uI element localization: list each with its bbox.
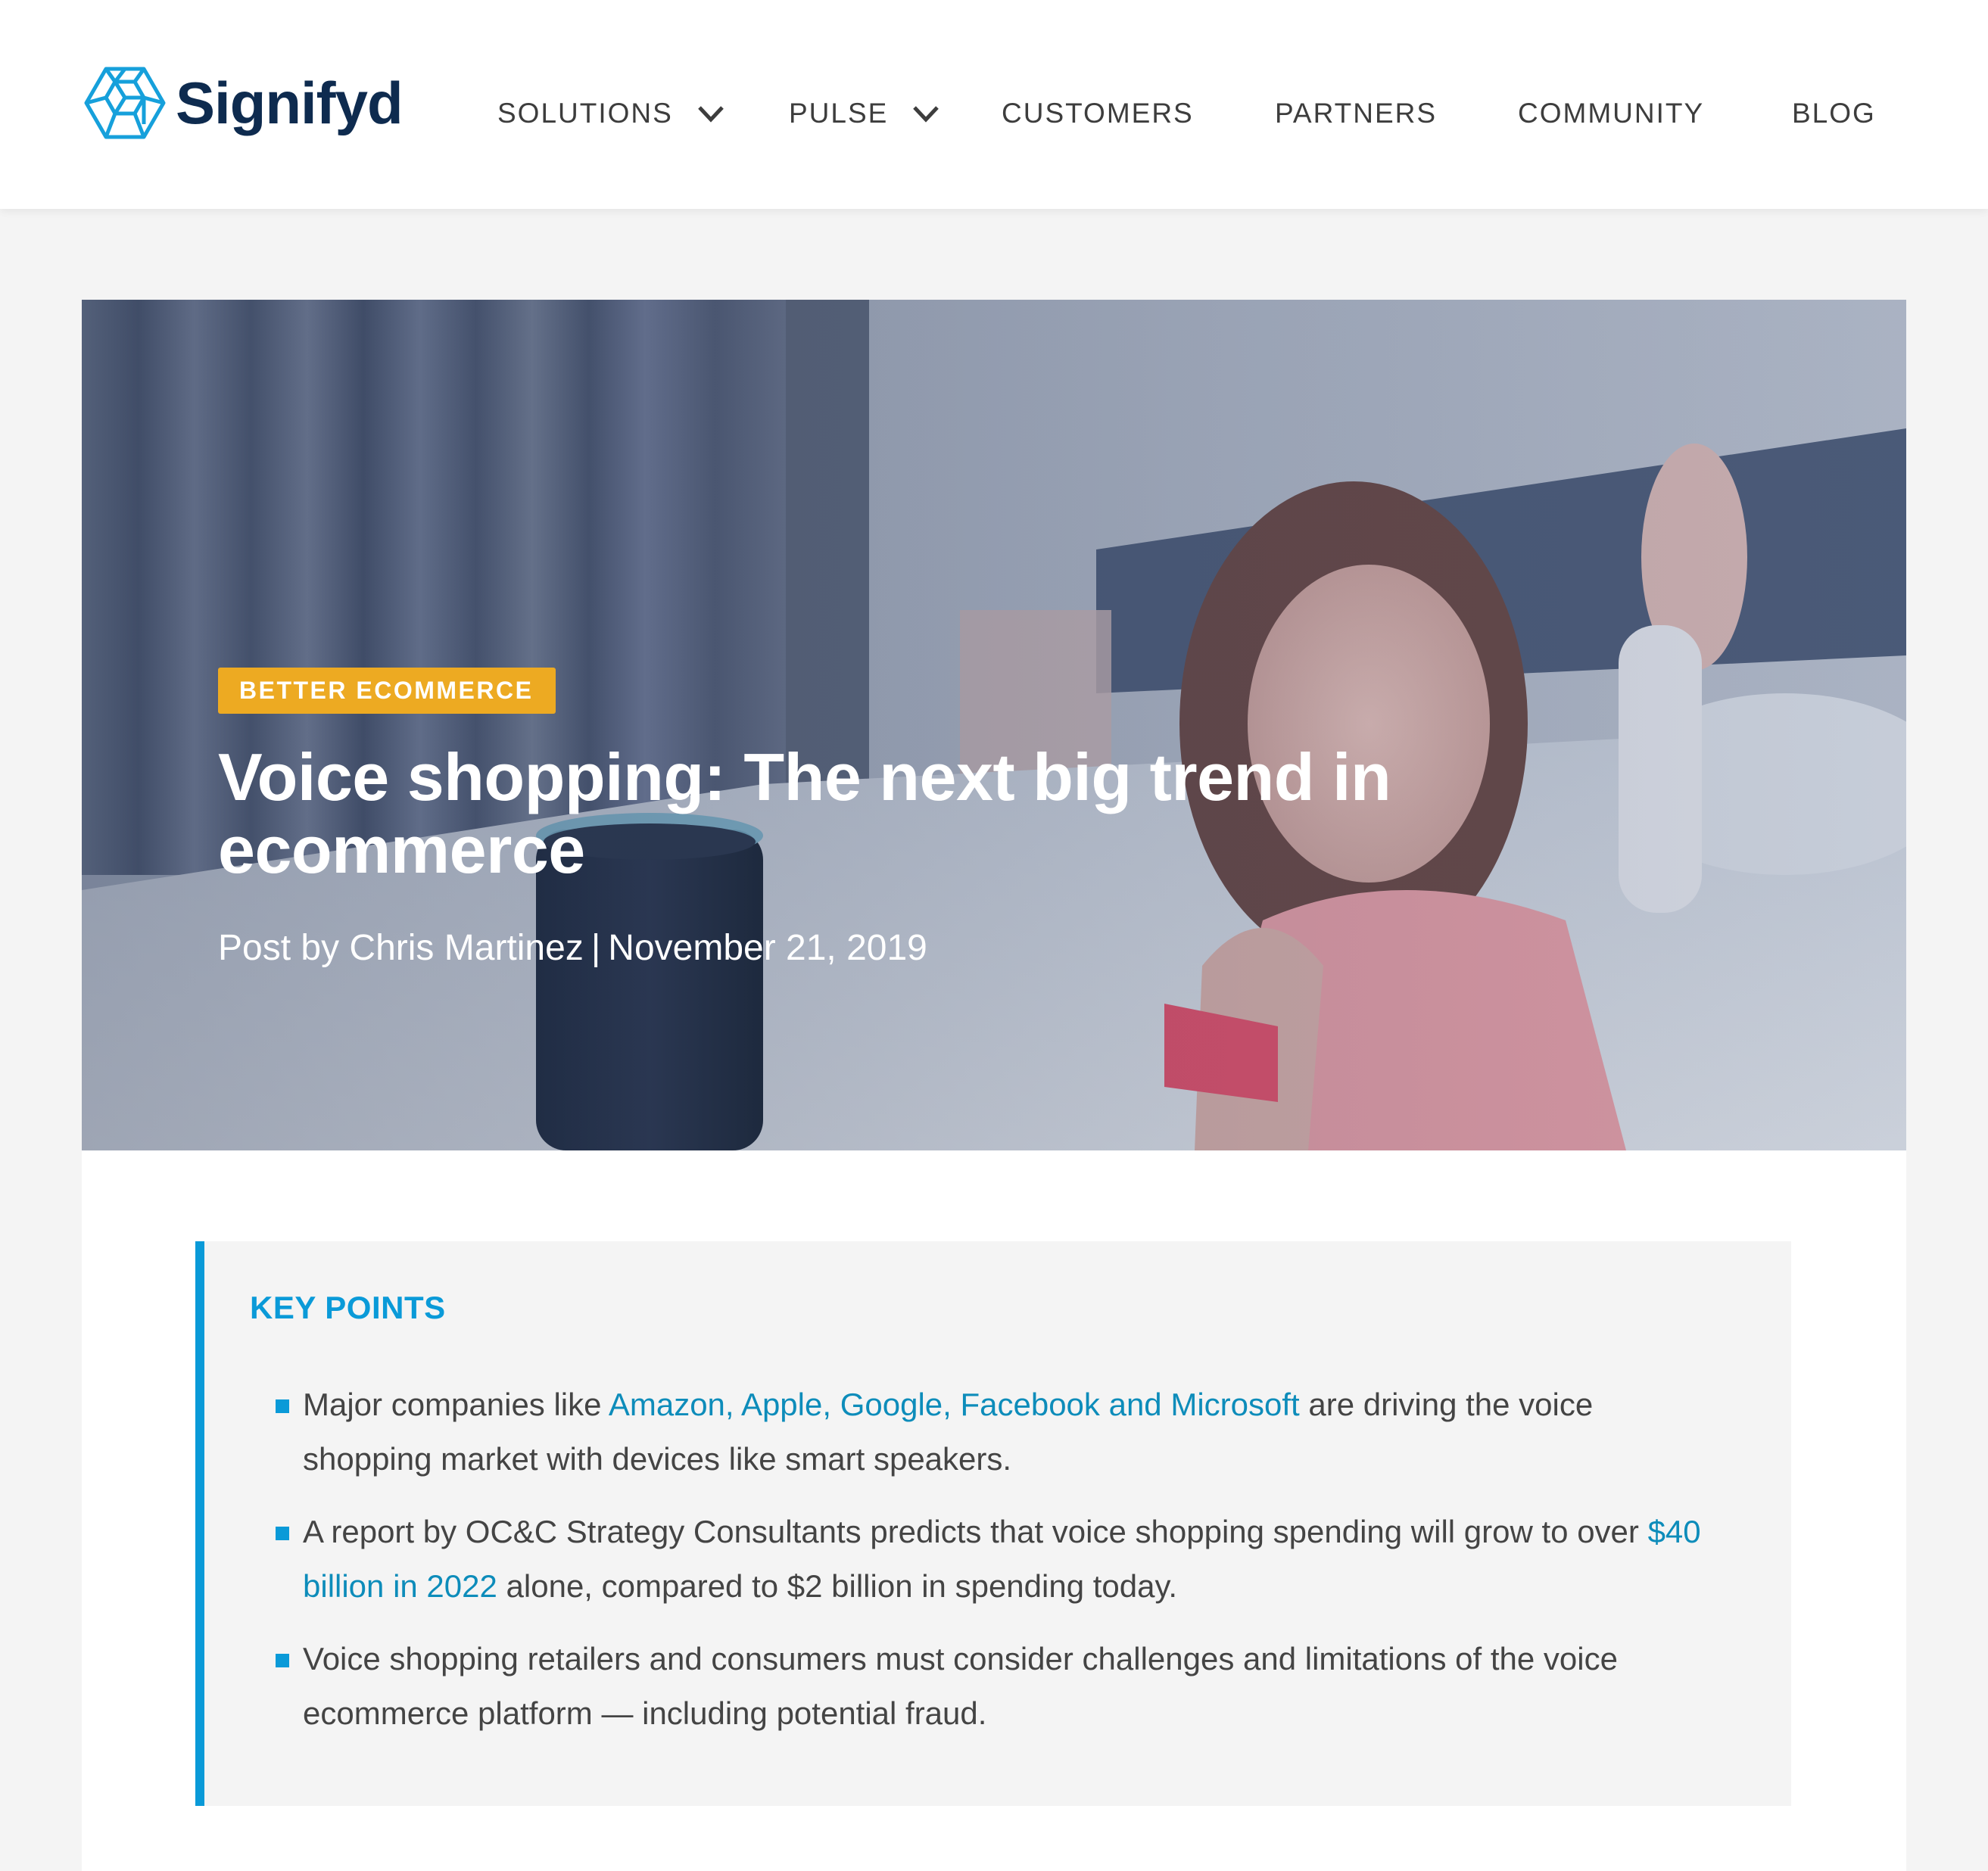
- key-point-text: A report by OC&C Strategy Consultants pr…: [303, 1514, 1648, 1549]
- article-card: BETTER ECOMMERCE Voice shopping: The nex…: [82, 300, 1906, 1871]
- nav-item-community[interactable]: COMMUNITY: [1518, 92, 1704, 135]
- post-title: Voice shopping: The next big trend in ec…: [218, 739, 1391, 887]
- square-bullet-icon: [276, 1654, 289, 1667]
- nav-item-partners[interactable]: PARTNERS: [1275, 92, 1437, 135]
- brand-logo-link[interactable]: Signifyd: [83, 65, 404, 141]
- byline-separator: |: [590, 928, 601, 968]
- companies-link[interactable]: Amazon, Apple, Google, Facebook and Micr…: [609, 1387, 1300, 1422]
- nav-item-solutions[interactable]: SOLUTIONS: [497, 92, 724, 135]
- nav-item-customers[interactable]: CUSTOMERS: [1002, 92, 1194, 135]
- key-points-heading: KEY POINTS: [250, 1290, 446, 1325]
- post-date: November 21, 2019: [608, 928, 927, 968]
- list-item: Voice shopping retailers and consumers m…: [263, 1632, 1725, 1741]
- hexagon-cube-logo-icon: [84, 67, 166, 139]
- nav-item-blog[interactable]: BLOG: [1792, 92, 1876, 135]
- nav-item-label: BLOG: [1792, 98, 1876, 129]
- nav-item-label: COMMUNITY: [1518, 98, 1705, 129]
- nav-item-label: PULSE: [789, 98, 889, 129]
- square-bullet-icon: [276, 1399, 289, 1413]
- key-point-text: alone, compared to $2 billion in spendin…: [497, 1568, 1178, 1604]
- chevron-down-icon: [698, 106, 724, 123]
- hero-banner: BETTER ECOMMERCE Voice shopping: The nex…: [82, 300, 1906, 1150]
- square-bullet-icon: [276, 1527, 289, 1540]
- key-point-text: Voice shopping retailers and consumers m…: [303, 1641, 1618, 1731]
- nav-item-label: SOLUTIONS: [497, 98, 673, 129]
- brand-name: Signifyd: [176, 70, 404, 136]
- category-badge[interactable]: BETTER ECOMMERCE: [218, 668, 556, 714]
- nav-item-label: PARTNERS: [1275, 98, 1438, 129]
- post-byline: Post by Chris Martinez | November 21, 2019: [218, 928, 1429, 969]
- nav-item-label: CUSTOMERS: [1002, 98, 1194, 129]
- list-item: A report by OC&C Strategy Consultants pr…: [263, 1505, 1725, 1614]
- post-author: Post by Chris Martinez: [218, 928, 584, 968]
- key-points-list: Major companies like Amazon, Apple, Goog…: [263, 1378, 1725, 1759]
- hero-content: BETTER ECOMMERCE Voice shopping: The nex…: [218, 668, 1429, 969]
- site-header: Signifyd SOLUTIONS PULSE CUSTOMERS PARTN…: [0, 0, 1988, 209]
- key-point-text: Major companies like: [303, 1387, 609, 1422]
- chevron-down-icon: [913, 106, 939, 123]
- key-points-box: KEY POINTS Major companies like Amazon, …: [195, 1241, 1791, 1806]
- nav-item-pulse[interactable]: PULSE: [789, 92, 939, 135]
- list-item: Major companies like Amazon, Apple, Goog…: [263, 1378, 1725, 1487]
